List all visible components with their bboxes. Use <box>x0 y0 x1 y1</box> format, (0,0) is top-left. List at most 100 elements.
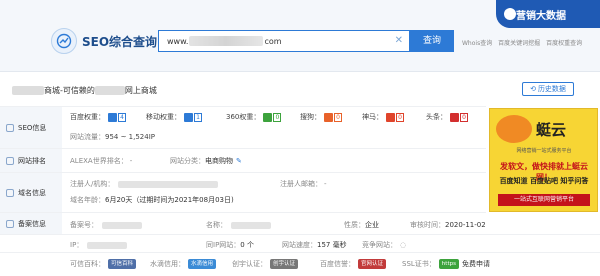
s360-weight[interactable]: 360权重： 0 <box>226 112 282 122</box>
blurred-site-name-2 <box>94 86 125 95</box>
email-value: - <box>324 180 327 188</box>
certs-row: 可信百科： 可信百科 水滴信用： 水滴信用 创宇认证： 创宇认证 百度信誉： 官网认证 … <box>0 252 600 276</box>
ad-tagline: 一站式互联网营销平台 <box>498 194 590 206</box>
trust-wiki: 可信百科： 可信百科 <box>70 259 137 269</box>
site-title-mid: 商城-可信赖的 <box>44 86 95 95</box>
mobile-icon <box>184 112 193 122</box>
brand-banner[interactable]: 营销大数据 <box>496 0 600 28</box>
speed-label: 网站速度： <box>282 241 317 249</box>
domain-info-row: 域名信息 注册人/机构： 注册人邮箱： - 域名年龄： 6月20天（过期时间为202… <box>0 172 486 212</box>
category-value[interactable]: 电商购物 <box>205 156 233 166</box>
same-ip-value[interactable]: 0 个 <box>240 240 254 250</box>
chuangyu-badge[interactable]: 创宇认证 <box>270 259 299 269</box>
icp-name: 名称： <box>206 220 271 230</box>
sogou-icon <box>324 112 333 122</box>
site-title: 商城-可信赖的 网上商城 <box>12 85 157 96</box>
toutiao-weight-value: 0 <box>460 112 468 122</box>
baidu-credit-badge[interactable]: 官网认证 <box>358 259 387 269</box>
seo-info-row: SEO信息 百度权重： 4 移动权重： 1 360权重： 0 搜狗： 0 神马： 0 头条… <box>0 106 486 148</box>
shenma-weight[interactable]: 神马： 0 <box>362 112 404 122</box>
icp-label-text: 备案信息 <box>18 219 46 228</box>
age-label: 域名年龄： <box>70 196 105 204</box>
competitor-label: 竞争网站： <box>362 241 397 249</box>
search-button[interactable]: 查询 <box>410 30 454 52</box>
header-bar: SEO综合查询 www. com ✕ 查询 Whois查询 百度关键词挖掘 百度… <box>0 0 600 72</box>
site-speed: 网站速度： 157 毫秒 <box>282 240 347 250</box>
toutiao-weight[interactable]: 头条： 0 <box>426 112 468 122</box>
registrant-label: 注册人/机构： <box>70 180 115 188</box>
keyword-mining-link[interactable]: 百度关键词挖掘 <box>498 40 540 47</box>
traffic-value: 954 ~ 1,524IP <box>105 133 156 141</box>
baidu-weight-label: 百度权重： <box>70 113 105 121</box>
baidu-weight[interactable]: 百度权重： 4 <box>70 112 126 122</box>
baidu-weight-link[interactable]: 百度权重查询 <box>546 40 582 47</box>
s360-icon <box>263 112 273 122</box>
alexa-value: - <box>129 157 133 165</box>
ad-subtitle: 网络营销一站式服务平台 <box>516 148 572 154</box>
toutiao-icon <box>450 112 459 122</box>
icp-number-label: 备案号： <box>70 221 98 229</box>
search-input[interactable]: www. com ✕ <box>158 30 410 52</box>
trust-label: 可信百科： <box>70 260 105 268</box>
toutiao-weight-label: 头条： <box>426 113 447 121</box>
seo-label-text: SEO信息 <box>18 123 47 132</box>
ssl-value[interactable]: 免费申请 <box>462 259 490 269</box>
ip-address: IP： <box>70 240 128 250</box>
icp-info-label: 备案信息 <box>0 213 62 234</box>
whois-link[interactable]: Whois查询 <box>462 40 492 47</box>
same-ip-label: 同IP网站： <box>206 241 241 249</box>
mobile-weight-value: 1 <box>194 112 202 122</box>
same-ip-sites: 同IP网站： 0 个 <box>206 240 254 250</box>
s360-weight-label: 360权重： <box>226 113 261 121</box>
traffic-label: 网站流量： <box>70 133 105 141</box>
sogou-weight[interactable]: 搜狗： 0 <box>300 112 342 122</box>
shuidi-badge[interactable]: 水滴信用 <box>188 259 217 269</box>
site-logo[interactable]: SEO综合查询 <box>51 28 157 54</box>
shenma-icon <box>386 112 395 122</box>
registrant: 注册人/机构： <box>70 179 219 189</box>
seo-info-label: SEO信息 <box>0 107 62 148</box>
registrant-email: 注册人邮箱： - <box>280 179 327 189</box>
history-data-button[interactable]: ⟲ 历史数据 <box>522 82 574 96</box>
sogou-weight-label: 搜狗： <box>300 113 321 121</box>
ssl-badge[interactable]: https <box>438 259 459 269</box>
blurred-registrant <box>118 180 219 188</box>
alexa-label: ALEXA世界排名： <box>70 157 128 165</box>
baidu-credit-label: 百度信誉： <box>320 260 355 268</box>
clear-icon[interactable]: ✕ <box>395 35 403 46</box>
baidu-weight-value: 4 <box>118 112 126 122</box>
seo-chart-icon <box>51 28 77 54</box>
trust-badge[interactable]: 可信百科 <box>108 259 137 269</box>
search-blurred-domain <box>189 36 264 46</box>
chuangyu-cert: 创宇认证： 创宇认证 <box>232 259 299 269</box>
icp-name-label: 名称： <box>206 221 227 229</box>
icp-nature: 性质： 企业 <box>344 220 379 230</box>
icp-icon <box>6 219 14 228</box>
shenma-weight-label: 神马： <box>362 113 383 121</box>
nature-label: 性质： <box>344 221 365 229</box>
icp-number: 备案号： <box>70 220 142 230</box>
rank-icon <box>6 156 14 165</box>
site-rank-row: 网站排名 ALEXA世界排名： - 网站分类： 电商购物 ✎ <box>0 148 486 172</box>
domain-icon <box>6 188 14 197</box>
site-rank-label: 网站排名 <box>0 149 62 172</box>
edit-icon[interactable]: ✎ <box>236 157 242 165</box>
mobile-weight[interactable]: 移动权重： 1 <box>146 112 202 122</box>
shenma-weight-value: 0 <box>396 112 404 122</box>
ad-services: 百度知道 百度贴吧 知乎问答 <box>499 177 589 185</box>
brand-text: 营销大数据 <box>516 10 566 22</box>
header-links: Whois查询 百度关键词挖掘 百度权重查询 <box>462 38 586 47</box>
baidu-credit: 百度信誉： 官网认证 <box>320 259 387 269</box>
site-category: 网站分类： 电商购物 ✎ <box>170 156 242 166</box>
ip-label: IP： <box>70 241 84 249</box>
domain-label-text: 域名信息 <box>18 188 46 197</box>
ssl-label: SSL证书： <box>402 260 436 268</box>
age-value: 6月20天（过期时间为2021年08月03日) <box>105 196 234 204</box>
brand-logo-icon <box>504 8 516 20</box>
blurred-ip <box>87 241 128 249</box>
site-title-end: 网上商城 <box>124 86 157 95</box>
domain-info-label: 域名信息 <box>0 173 62 212</box>
icp-audit-date: 审核时间： 2020-11-02 <box>410 220 486 230</box>
site-traffic: 网站流量： 954 ~ 1,524IP <box>70 132 155 142</box>
advertisement-banner[interactable]: 蜓云 网络营销一站式服务平台 发软文，做快排就上蜓云网！ 百度知道 百度贴吧 知… <box>489 108 598 212</box>
